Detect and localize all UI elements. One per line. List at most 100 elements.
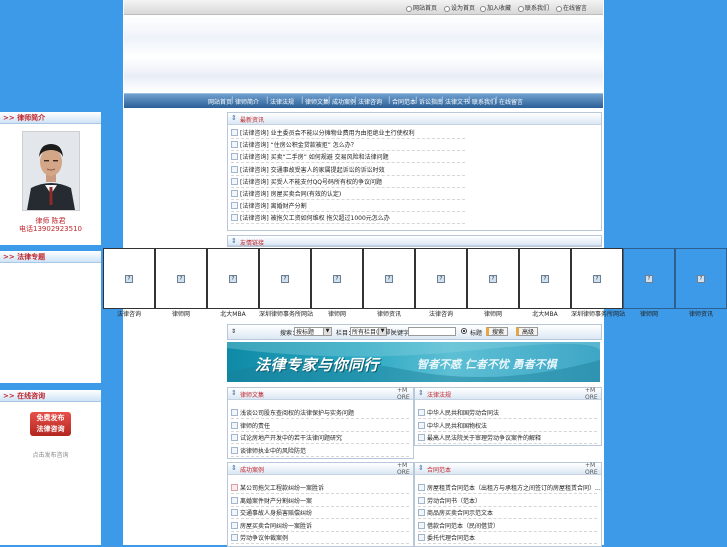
topics-panel: >> 法律专题: [0, 251, 101, 383]
more-link[interactable]: +MORE: [397, 462, 411, 476]
list-item[interactable]: [法律咨询] “住房公积金贷款被拒” 怎么办？: [231, 138, 465, 152]
box-title: 法律法规: [427, 392, 452, 399]
list-item[interactable]: 交通事故人身损害赔偿纠纷: [231, 506, 409, 520]
list-item[interactable]: 最高人民法院关于审理劳动争议案件的解释: [418, 431, 597, 445]
bullet-icon: [231, 421, 238, 429]
list-item[interactable]: 离婚案件财产分割纠纷一案: [231, 494, 409, 507]
nav-item[interactable]: 在线留言: [499, 97, 523, 106]
list-item-text: [法律咨询] 交通事故受害人的家属提起诉讼的诉讼时效: [240, 166, 385, 174]
link-thumbnail[interactable]: ?: [207, 248, 259, 309]
broken-image-icon: ?: [593, 275, 601, 283]
list-item[interactable]: 谈律师执业中的风险防范: [231, 444, 409, 457]
list-item[interactable]: 借款合同范本（民间借贷）: [418, 519, 597, 532]
thumbnail-caption[interactable]: 深圳律师事务所网站: [259, 309, 313, 318]
thumbnail-caption[interactable]: 律师网: [467, 309, 519, 318]
top-links-bar: 网站首页 设为首页 加入收藏 联系我们 在线留言: [124, 0, 603, 15]
lawyer-photo[interactable]: [22, 131, 80, 211]
list-item-text: 借款合同范本（民间借贷）: [427, 522, 500, 530]
list-item[interactable]: [法律咨询] 买受人不能支付QQ号码所有权的争议问题: [231, 175, 465, 188]
header-banner: [124, 15, 603, 92]
bullet-icon: [231, 190, 238, 197]
title-radio[interactable]: [461, 328, 467, 334]
thumbnail-caption[interactable]: 法律咨询: [415, 309, 467, 318]
list-item[interactable]: [法律咨询] 买卖“二手房” 如何规避 交易风险和法律问题: [231, 150, 465, 164]
more-link[interactable]: +MORE: [397, 387, 411, 401]
list-item-text: 劳动合同书（范本）: [427, 497, 482, 505]
category-select[interactable]: 所有栏目(全部) ▼: [350, 327, 393, 336]
nav-item[interactable]: 合同范本: [392, 97, 416, 106]
list-item[interactable]: [法律咨询] 离婚财产分割: [231, 199, 465, 213]
top-link[interactable]: 网站首页: [406, 3, 437, 12]
link-thumbnail[interactable]: ?: [155, 248, 207, 309]
link-thumbnail[interactable]: ?: [675, 248, 727, 309]
thumbnail-caption[interactable]: 律师资讯: [363, 309, 415, 318]
list-item[interactable]: 劳动争议仲裁案例: [231, 531, 409, 545]
list-item[interactable]: 试论房地产开发中的若干法律问题研究: [231, 431, 409, 445]
list-item[interactable]: [法律咨询] 交通事故受害人的家属提起诉讼的诉讼时效: [231, 163, 465, 176]
list-item[interactable]: 律师的责任: [231, 419, 409, 432]
nav-item[interactable]: 诉讼指南: [419, 97, 443, 106]
bullet-icon: [418, 521, 425, 529]
thumbnail-caption[interactable]: 律师网: [311, 309, 363, 318]
link-thumbnail[interactable]: ?: [415, 248, 467, 309]
top-link[interactable]: 联系我们: [518, 3, 549, 12]
slogan-banner: 法律专家与你同行 智者不惑 仁者不忧 勇者不惧: [227, 342, 600, 382]
keyword-input[interactable]: [408, 327, 456, 336]
thumbnail-caption[interactable]: 深圳律师事务所网站: [571, 309, 625, 318]
link-thumbnail[interactable]: ?: [259, 248, 311, 309]
list-item[interactable]: [法律咨询] 被拖欠工资如何维权 拖欠超过1000元怎么办: [231, 211, 465, 225]
list-item[interactable]: [法律咨询] 业主委员会不能以分摊物业费用为由拒绝业主行使权利: [231, 126, 465, 139]
link-thumbnail[interactable]: ?: [467, 248, 519, 309]
nav-item[interactable]: 成功案例: [332, 97, 356, 106]
thumbnail-caption[interactable]: 律师网: [155, 309, 207, 318]
bullet-icon: [231, 521, 238, 529]
thumbnail-caption[interactable]: 北大MBA: [207, 309, 259, 318]
nav-separator: |: [354, 96, 357, 104]
list-item[interactable]: 劳动合同书（范本）: [418, 494, 597, 507]
list-item[interactable]: 房屋买卖合同纠纷一案胜诉: [231, 519, 409, 532]
list-item[interactable]: 委托代理合同范本: [418, 531, 597, 545]
link-thumbnail[interactable]: ?: [363, 248, 415, 309]
search-button[interactable]: 搜索: [486, 327, 508, 336]
more-link[interactable]: +MORE: [585, 462, 599, 476]
list-item[interactable]: 商品房买卖合同示范文本: [418, 506, 597, 520]
list-item[interactable]: 某公司拖欠工程款纠纷一案胜诉: [231, 481, 409, 494]
link-thumbnail[interactable]: ?: [103, 248, 155, 309]
list-item-text: 律师的责任: [240, 422, 271, 430]
bullet-icon: [418, 534, 425, 542]
top-link[interactable]: 加入收藏: [480, 3, 511, 12]
link-thumbnail[interactable]: ?: [311, 248, 363, 309]
box-header: ⇕ 友情链接: [228, 236, 601, 247]
link-thumbnail[interactable]: ?: [623, 248, 675, 309]
top-link[interactable]: 在线留言: [556, 3, 587, 12]
broken-image-icon: ?: [645, 275, 653, 283]
list-item-text: [法律咨询] 买卖“二手房” 如何规避 交易风险和法律问题: [240, 154, 389, 162]
list-item[interactable]: [法律咨询] 房屋买卖合同(有效的认定): [231, 187, 465, 200]
box-header: ⇕ 成功案例 +MORE: [228, 462, 413, 476]
thumbnail-caption[interactable]: 律师资讯: [675, 309, 727, 318]
top-link[interactable]: 设为首页: [444, 3, 475, 12]
more-link[interactable]: +MORE: [585, 387, 599, 401]
link-thumbnail[interactable]: ?: [571, 248, 623, 309]
nav-item[interactable]: 律师简介: [235, 97, 259, 106]
link-thumbnail[interactable]: ?: [519, 248, 571, 309]
nav-item[interactable]: 法律咨询: [358, 97, 382, 106]
nav-item[interactable]: 律师文集: [305, 97, 329, 106]
thumbnail-caption[interactable]: 北大MBA: [519, 309, 571, 318]
bullet-icon: [556, 5, 562, 12]
thumbnail-caption[interactable]: 法律咨询: [103, 309, 155, 318]
nav-item[interactable]: 法律文书: [445, 97, 469, 106]
list-item[interactable]: 中华人民共和国劳动合同法: [418, 406, 597, 419]
nav-item[interactable]: 联系我们: [472, 97, 496, 106]
list-item[interactable]: 房屋租赁合同范本（出租方与承租方之间签订的房屋租赁合同）...: [418, 481, 601, 494]
advanced-search-button[interactable]: 高级: [516, 327, 538, 336]
list-item[interactable]: 浅谈公司股东查阅权的法律保护与实务问题: [231, 406, 409, 419]
nav-item[interactable]: 法律法规: [270, 97, 294, 106]
free-consult-button[interactable]: 免费发布 法律咨询: [30, 412, 71, 436]
links-box: ⇕ 友情链接: [227, 235, 602, 247]
nav-item[interactable]: 网站首页: [208, 97, 232, 106]
search-type-select[interactable]: 按标题 ▼: [294, 327, 332, 336]
thumbnail-caption[interactable]: 律师网: [623, 309, 675, 318]
list-item[interactable]: 中华人民共和国物权法: [418, 419, 597, 432]
panel-header: >> 在线咨询: [0, 390, 101, 402]
